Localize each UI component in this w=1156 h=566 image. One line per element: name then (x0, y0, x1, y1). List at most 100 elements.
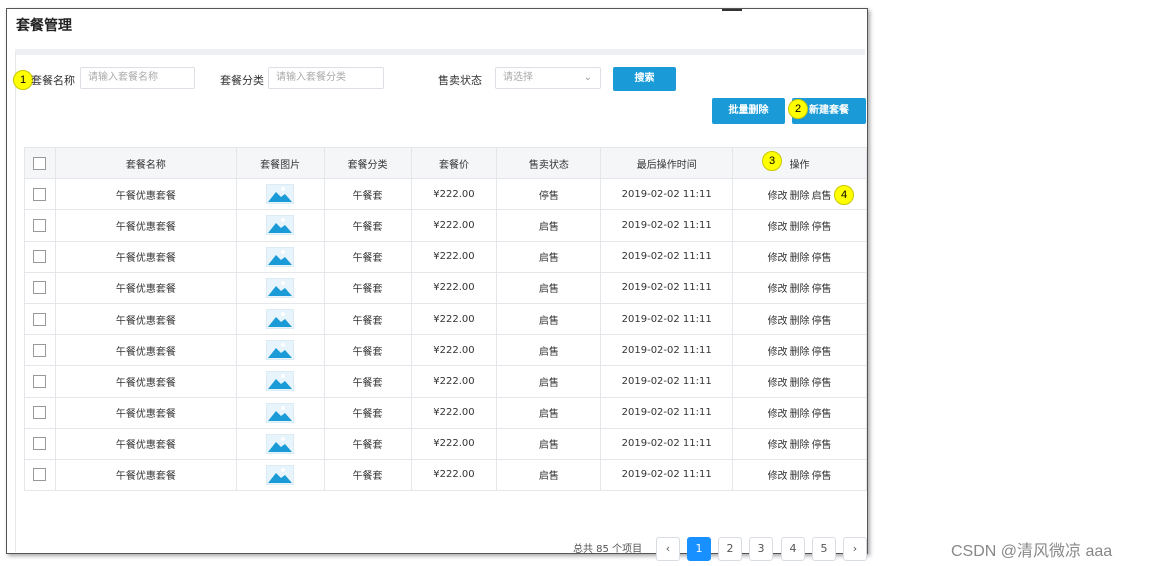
row-checkbox-cell (24, 209, 56, 242)
toggle-sale-link[interactable]: 停售 (812, 440, 832, 451)
row-checkbox[interactable] (33, 468, 47, 482)
toggle-sale-link[interactable]: 停售 (812, 409, 832, 420)
cell-status: 停售 (496, 178, 602, 211)
cell-actions: 修改 删除 停售 (732, 271, 867, 304)
combo-name-input[interactable]: 请输入套餐名称 (80, 67, 195, 89)
cell-actions: 修改 删除 停售 (732, 209, 867, 242)
cell-time: 2019-02-02 11:11 (600, 178, 734, 211)
search-button[interactable]: 搜索 (613, 67, 676, 91)
row-checkbox[interactable] (33, 281, 47, 295)
header-status: 售卖状态 (496, 146, 602, 180)
combo-table: 套餐名称 套餐图片 套餐分类 套餐价 售卖状态 最后操作时间 操作 午餐优惠套餐… (24, 146, 867, 492)
toggle-sale-link[interactable]: 停售 (812, 347, 832, 358)
annotation-marker-4: 4 (834, 185, 854, 205)
edit-link[interactable]: 修改 (768, 378, 788, 389)
annotation-marker-2: 2 (788, 99, 808, 119)
chevron-down-icon: ⌄ (583, 72, 592, 83)
cell-category: 午餐套 (323, 334, 412, 367)
cell-image (235, 302, 325, 336)
delete-link[interactable]: 删除 (790, 471, 810, 482)
header-actions: 操作 (732, 146, 867, 180)
cell-time: 2019-02-02 11:11 (600, 302, 734, 336)
cell-name: 午餐优惠套餐 (54, 302, 237, 336)
edit-link[interactable]: 修改 (768, 284, 788, 295)
row-checkbox[interactable] (33, 374, 47, 388)
page-button-5[interactable]: 5 (812, 537, 836, 561)
next-page-button[interactable]: › (843, 537, 867, 561)
cell-status: 启售 (496, 365, 602, 398)
cell-name: 午餐优惠套餐 (54, 271, 237, 304)
toggle-sale-link[interactable]: 停售 (812, 378, 832, 389)
toggle-sale-link[interactable]: 停售 (812, 284, 832, 295)
image-placeholder-icon (265, 308, 295, 330)
row-checkbox-cell (24, 271, 56, 304)
sale-status-select[interactable]: 请选择 ⌄ (495, 67, 601, 89)
page-button-1[interactable]: 1 (687, 537, 711, 561)
delete-link[interactable]: 删除 (790, 440, 810, 451)
toggle-sale-link[interactable]: 启售 (812, 191, 832, 202)
page-button-3[interactable]: 3 (749, 537, 773, 561)
header-category: 套餐分类 (323, 146, 412, 180)
cell-category: 午餐套 (323, 427, 412, 460)
edit-link[interactable]: 修改 (768, 471, 788, 482)
image-placeholder-icon (265, 402, 295, 424)
cell-status: 启售 (496, 271, 602, 304)
row-checkbox-cell (24, 365, 56, 398)
cell-image (235, 178, 325, 211)
cell-name: 午餐优惠套餐 (54, 334, 237, 367)
toggle-sale-link[interactable]: 停售 (812, 471, 832, 482)
edit-link[interactable]: 修改 (768, 253, 788, 264)
row-checkbox[interactable] (33, 406, 47, 420)
cell-price: ¥222.00 (410, 396, 498, 429)
row-checkbox-cell (24, 334, 56, 367)
cell-actions: 修改 删除 停售 (732, 458, 867, 492)
cell-name: 午餐优惠套餐 (54, 209, 237, 242)
image-placeholder-icon (265, 246, 295, 268)
page-button-4[interactable]: 4 (781, 537, 805, 561)
toggle-sale-link[interactable]: 停售 (812, 316, 832, 327)
row-checkbox[interactable] (33, 187, 47, 201)
cell-image (235, 396, 325, 429)
cell-status: 启售 (496, 240, 602, 273)
cell-actions: 修改 删除 停售 (732, 302, 867, 336)
cell-status: 启售 (496, 427, 602, 460)
row-checkbox[interactable] (33, 312, 47, 326)
header-actions-label: 操作 (789, 159, 810, 171)
delete-link[interactable]: 删除 (790, 191, 810, 202)
delete-link[interactable]: 删除 (790, 378, 810, 389)
delete-link[interactable]: 删除 (790, 409, 810, 420)
select-all-checkbox[interactable] (33, 156, 47, 170)
row-checkbox[interactable] (33, 218, 47, 232)
cell-category: 午餐套 (323, 271, 412, 304)
delete-link[interactable]: 删除 (790, 253, 810, 264)
row-checkbox-cell (24, 302, 56, 336)
cell-category: 午餐套 (323, 302, 412, 336)
delete-link[interactable]: 删除 (790, 316, 810, 327)
page-button-2[interactable]: 2 (718, 537, 742, 561)
batch-delete-button[interactable]: 批量删除 (712, 98, 785, 124)
delete-link[interactable]: 删除 (790, 284, 810, 295)
annotation-marker-3: 3 (762, 151, 782, 171)
edit-link[interactable]: 修改 (768, 316, 788, 327)
cell-category: 午餐套 (323, 209, 412, 242)
pagination-total: 总共 85 个项目 (573, 544, 643, 555)
prev-page-button[interactable]: ‹ (656, 537, 680, 561)
delete-link[interactable]: 删除 (790, 347, 810, 358)
combo-category-input[interactable]: 请输入套餐分类 (268, 67, 384, 89)
delete-link[interactable]: 删除 (790, 222, 810, 233)
cell-image (235, 365, 325, 398)
toggle-sale-link[interactable]: 停售 (812, 222, 832, 233)
cell-time: 2019-02-02 11:11 (600, 396, 734, 429)
cell-category: 午餐套 (323, 396, 412, 429)
row-checkbox[interactable] (33, 437, 47, 451)
row-checkbox[interactable] (33, 250, 47, 264)
edit-link[interactable]: 修改 (768, 191, 788, 202)
edit-link[interactable]: 修改 (768, 409, 788, 420)
edit-link[interactable]: 修改 (768, 440, 788, 451)
edit-link[interactable]: 修改 (768, 347, 788, 358)
cell-name: 午餐优惠套餐 (54, 365, 237, 398)
edit-link[interactable]: 修改 (768, 222, 788, 233)
row-checkbox[interactable] (33, 343, 47, 357)
toggle-sale-link[interactable]: 停售 (812, 253, 832, 264)
page-title: 套餐管理 (16, 18, 72, 34)
